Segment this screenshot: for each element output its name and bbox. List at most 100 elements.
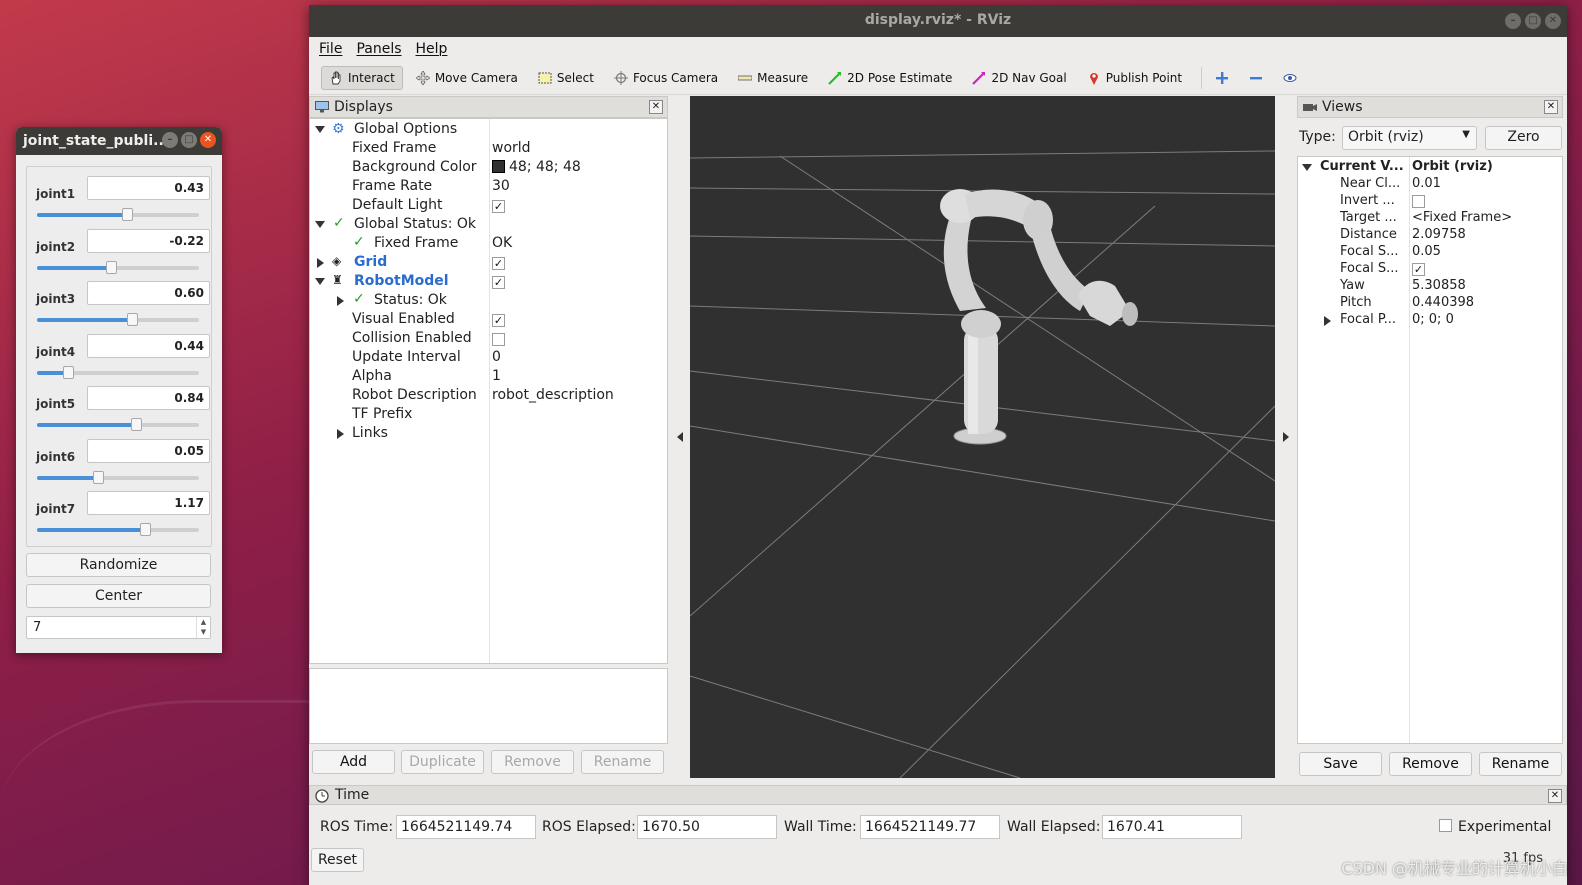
focus-camera-tool-button[interactable]: Focus Camera	[607, 67, 725, 89]
joint-value-field[interactable]: 0.84	[87, 386, 210, 410]
slider-handle[interactable]	[63, 365, 75, 379]
ros-elapsed-field[interactable]: 1670.50	[637, 815, 777, 839]
tree-row-current-view[interactable]: Current V... Orbit (rviz)	[1298, 159, 1562, 176]
rviz-titlebar[interactable]: display.rviz* - RViz – □ ✕	[309, 5, 1567, 37]
slider-handle[interactable]	[121, 208, 133, 221]
close-icon[interactable]: ✕	[1544, 100, 1558, 114]
maximize-icon[interactable]: □	[1525, 13, 1541, 29]
3d-viewport[interactable]	[690, 96, 1275, 778]
tree-row-update-interval[interactable]: Update Interval 0	[310, 349, 667, 368]
tree-row-global-status[interactable]: ✓ Global Status: Ok	[310, 215, 667, 235]
frame-rate-value[interactable]: 30	[492, 178, 510, 194]
minimize-icon[interactable]: –	[162, 132, 178, 148]
views-tree-row[interactable]: Focal P... 0; 0; 0	[1298, 312, 1562, 329]
add-display-button[interactable]: Add	[312, 750, 395, 774]
rename-display-button[interactable]: Rename	[581, 750, 664, 774]
view-property-value[interactable]: 0; 0; 0	[1412, 312, 1454, 327]
joint-slider[interactable]	[37, 523, 199, 536]
tree-row-global-options[interactable]: ⚙ Global Options	[310, 121, 667, 140]
tree-row-fixed-frame-status[interactable]: ✓ Fixed Frame OK	[310, 234, 667, 254]
tool-properties-button[interactable]	[1276, 67, 1304, 89]
select-tool-button[interactable]: Select	[531, 67, 601, 89]
collapse-arrow-icon[interactable]	[1324, 316, 1331, 326]
tree-row-background-color[interactable]: Background Color 48; 48; 48	[310, 159, 667, 178]
robot-description-value[interactable]: robot_description	[492, 387, 614, 403]
fixed-frame-value[interactable]: world	[492, 140, 531, 156]
views-tree-row[interactable]: Distance 2.09758	[1298, 227, 1562, 244]
remove-tool-button[interactable]	[1242, 67, 1270, 89]
pose-estimate-tool-button[interactable]: 2D Pose Estimate	[821, 67, 959, 89]
close-icon[interactable]: ✕	[1548, 789, 1562, 803]
duplicate-display-button[interactable]: Duplicate	[401, 750, 484, 774]
close-icon[interactable]: ✕	[200, 132, 216, 148]
tree-row-default-light[interactable]: Default Light ✓	[310, 197, 667, 216]
update-interval-value[interactable]: 0	[492, 349, 501, 365]
expand-arrow-icon[interactable]	[315, 221, 325, 228]
move-camera-tool-button[interactable]: Move Camera	[409, 67, 525, 89]
slider-handle[interactable]	[139, 523, 151, 536]
slider-handle[interactable]	[131, 418, 143, 431]
joint-slider[interactable]	[37, 313, 199, 326]
ros-time-field[interactable]: 1664521149.74	[396, 815, 536, 839]
slider-handle[interactable]	[126, 313, 138, 326]
joint-count-spinbox[interactable]: 7 ▲ ▼	[26, 616, 211, 639]
views-tree-row[interactable]: Focal S... 0.05	[1298, 244, 1562, 261]
tree-row-collision-enabled[interactable]: Collision Enabled	[310, 330, 667, 349]
joint-value-field[interactable]: 0.05	[87, 438, 210, 463]
wall-time-field[interactable]: 1664521149.77	[860, 815, 1000, 839]
view-property-value[interactable]: 0.01	[1412, 176, 1441, 191]
joint-value-field[interactable]: 0.44	[87, 333, 210, 358]
view-property-checkbox[interactable]	[1412, 195, 1425, 208]
wall-elapsed-field[interactable]: 1670.41	[1102, 815, 1242, 839]
minimize-icon[interactable]: –	[1505, 13, 1521, 29]
joint-slider[interactable]	[37, 418, 199, 431]
remove-view-button[interactable]: Remove	[1389, 752, 1472, 776]
alpha-value[interactable]: 1	[492, 368, 501, 384]
tree-row-links[interactable]: Links	[310, 425, 667, 444]
joint-value-field[interactable]: 0.60	[87, 281, 210, 305]
left-dock-handle[interactable]	[673, 96, 687, 778]
collapse-arrow-icon[interactable]	[337, 296, 344, 306]
views-tree-row[interactable]: Target ... <Fixed Frame>	[1298, 210, 1562, 227]
view-property-value[interactable]: <Fixed Frame>	[1412, 210, 1512, 225]
tree-row-fixed-frame[interactable]: Fixed Frame world	[310, 140, 667, 159]
views-tree-row[interactable]: Yaw 5.30858	[1298, 278, 1562, 295]
center-button[interactable]: Center	[26, 584, 211, 608]
spin-arrows-icon[interactable]: ▲ ▼	[196, 617, 210, 638]
views-tree-row[interactable]: Pitch 0.440398	[1298, 295, 1562, 312]
menu-help[interactable]: Help	[416, 41, 448, 61]
expand-arrow-icon[interactable]	[1302, 164, 1312, 171]
menu-panels[interactable]: Panels	[356, 41, 401, 61]
view-property-value[interactable]: 2.09758	[1412, 227, 1466, 242]
joint-slider[interactable]	[37, 260, 199, 274]
close-icon[interactable]: ✕	[1545, 13, 1561, 29]
collapse-arrow-icon[interactable]	[317, 258, 324, 268]
tree-row-grid[interactable]: ◈ Grid ✓	[310, 254, 667, 273]
default-light-checkbox[interactable]: ✓	[492, 200, 505, 213]
views-tree-row[interactable]: Focal S... ✓	[1298, 261, 1562, 278]
views-tree-row[interactable]: Invert ...	[1298, 193, 1562, 210]
publish-point-tool-button[interactable]: Publish Point	[1080, 67, 1189, 89]
view-property-checkbox[interactable]: ✓	[1412, 263, 1425, 276]
background-color-value[interactable]: 48; 48; 48	[492, 159, 581, 175]
experimental-checkbox[interactable]	[1439, 819, 1452, 832]
slider-handle[interactable]	[92, 470, 104, 484]
visual-enabled-checkbox[interactable]: ✓	[492, 314, 505, 327]
slider-handle[interactable]	[105, 260, 117, 274]
joint-value-field[interactable]: 0.43	[87, 176, 210, 200]
joint-value-field[interactable]: -0.22	[87, 228, 210, 253]
joint-slider[interactable]	[37, 470, 199, 484]
tree-row-frame-rate[interactable]: Frame Rate 30	[310, 178, 667, 197]
measure-tool-button[interactable]: Measure	[731, 67, 815, 89]
tree-row-robot-description[interactable]: Robot Description robot_description	[310, 387, 667, 406]
save-view-button[interactable]: Save	[1299, 752, 1382, 776]
maximize-icon[interactable]: □	[181, 132, 197, 148]
jsp-titlebar[interactable]: joint_state_publi... – □ ✕	[16, 127, 222, 155]
right-dock-handle[interactable]	[1279, 96, 1293, 778]
add-tool-button[interactable]	[1208, 67, 1236, 89]
close-icon[interactable]: ✕	[649, 100, 663, 114]
view-property-value[interactable]: 5.30858	[1412, 278, 1466, 293]
nav-goal-tool-button[interactable]: 2D Nav Goal	[965, 67, 1073, 89]
collision-enabled-checkbox[interactable]	[492, 333, 505, 346]
remove-display-button[interactable]: Remove	[491, 750, 574, 774]
